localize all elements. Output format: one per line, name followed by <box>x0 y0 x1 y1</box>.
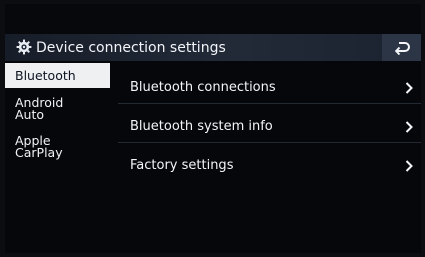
sidebar-item-android-auto[interactable]: Android Auto <box>5 96 110 122</box>
back-arrow-icon <box>394 41 410 55</box>
page-header: Device connection settings <box>5 34 421 61</box>
sidebar-item-apple-carplay[interactable]: Apple CarPlay <box>5 134 110 160</box>
menu-item-factory-settings[interactable]: Factory settings <box>118 148 421 182</box>
back-button[interactable] <box>382 34 421 61</box>
sidebar: Bluetooth Android Auto Apple CarPlay <box>5 61 118 253</box>
gear-icon <box>16 39 32 55</box>
chevron-right-icon <box>405 160 413 172</box>
chevron-right-icon <box>405 82 413 94</box>
chevron-right-icon <box>405 121 413 133</box>
sidebar-item-bluetooth[interactable]: Bluetooth <box>5 63 110 88</box>
top-status-bar <box>5 4 421 34</box>
sidebar-item-label: CarPlay <box>15 145 63 160</box>
divider <box>118 103 421 104</box>
device-screen: Device connection settings Bluetooth And… <box>5 4 421 253</box>
menu-item-label: Factory settings <box>130 158 234 173</box>
page-title: Device connection settings <box>36 40 226 56</box>
divider <box>118 142 421 143</box>
menu-item-bluetooth-connections[interactable]: Bluetooth connections <box>118 70 421 104</box>
menu-item-label: Bluetooth system info <box>130 119 273 134</box>
menu-item-label: Bluetooth connections <box>130 80 276 95</box>
sidebar-item-label: Auto <box>15 107 45 122</box>
menu-item-bluetooth-system-info[interactable]: Bluetooth system info <box>118 109 421 143</box>
sidebar-item-label: Bluetooth <box>15 67 76 83</box>
